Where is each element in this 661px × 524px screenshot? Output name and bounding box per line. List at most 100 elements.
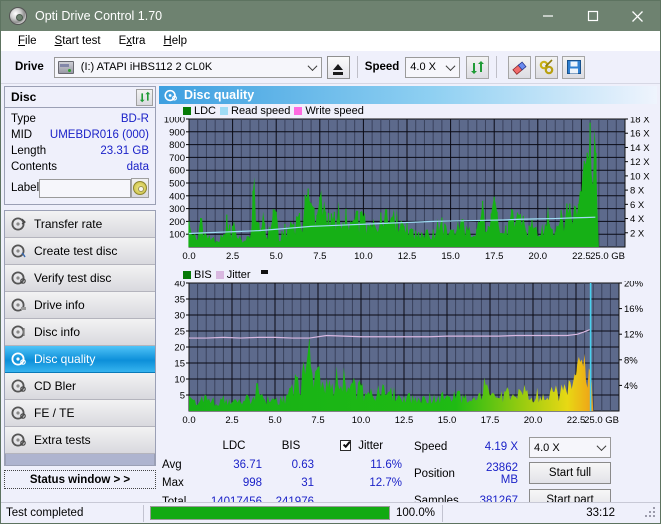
save-icon xyxy=(566,60,581,74)
svg-text:17.5: 17.5 xyxy=(481,415,500,426)
svg-text:22.5: 22.5 xyxy=(572,251,591,262)
stats-max-bis: 31 xyxy=(301,477,314,490)
drive-select[interactable]: (I:) ATAPI iHBS112 2 CL0K xyxy=(53,56,322,78)
sidebar-item-transfer-rate[interactable]: Transfer rate xyxy=(5,211,155,238)
ldc-chart[interactable]: 100 200 300 400500 600 700 800 9001000 2 X 4 X 6 X… xyxy=(159,115,653,265)
stats-avg-bis: 0.63 xyxy=(291,458,314,471)
svg-text:12%: 12% xyxy=(624,330,644,341)
chevron-down-icon xyxy=(593,438,610,457)
disc-bler-icon xyxy=(10,379,27,394)
svg-text:15: 15 xyxy=(174,359,185,370)
sidebar-item-cd-bler[interactable]: CD Bler xyxy=(5,373,155,400)
svg-text:15.0: 15.0 xyxy=(438,415,457,426)
sidebar-item-disc-info[interactable]: Disc info xyxy=(5,319,155,346)
stats-col-ldc: LDC xyxy=(222,440,246,453)
sidebar-item-label: FE / TE xyxy=(34,406,75,420)
menu-help-label-rest: elp xyxy=(171,35,188,47)
test-controls: 4.0 X Start full Start part xyxy=(529,437,611,511)
bis-chart-legend: BIS Jitter xyxy=(159,268,657,281)
disc-row-length-value: 23.31 GB xyxy=(100,145,149,157)
legend-label-jitter: Jitter xyxy=(226,268,251,281)
speed-select-value: 4.0 X xyxy=(410,61,436,73)
disc-row-type-label: Type xyxy=(11,113,36,125)
disc-row-type: Type BD-R xyxy=(11,111,149,127)
sidebar-item-drive-info[interactable]: Drive info xyxy=(5,292,155,319)
legend-swatch-ldc xyxy=(183,106,191,115)
disc-label-input[interactable] xyxy=(39,178,132,198)
stats-speed-label: Speed xyxy=(414,441,448,454)
menu-start-test[interactable]: Start test xyxy=(46,33,110,49)
minimize-button[interactable] xyxy=(525,1,570,31)
eject-button[interactable] xyxy=(326,55,350,79)
resize-grip[interactable] xyxy=(645,507,657,519)
legend-label-read-speed: Read speed xyxy=(231,104,291,117)
settings-button[interactable] xyxy=(535,55,559,79)
svg-text:2.5: 2.5 xyxy=(226,251,239,262)
legend-bis: BIS xyxy=(183,269,212,281)
close-button[interactable] xyxy=(615,1,660,31)
sidebar-item-fe-te[interactable]: FE / TE xyxy=(5,400,155,427)
sidebar-item-label: Transfer rate xyxy=(34,217,103,231)
svg-text:4%: 4% xyxy=(624,381,638,392)
svg-text:40: 40 xyxy=(174,281,185,290)
stats-col-bis: BIS xyxy=(281,440,301,453)
stats-avg-ldc: 36.71 xyxy=(233,458,262,471)
maximize-button[interactable] xyxy=(570,1,615,31)
svg-text:20%: 20% xyxy=(624,281,644,290)
read-label-button[interactable] xyxy=(131,178,149,198)
window-controls xyxy=(525,1,660,31)
svg-text:7.5: 7.5 xyxy=(313,251,326,262)
speed-select[interactable]: 4.0 X xyxy=(405,56,461,78)
svg-text:1000: 1000 xyxy=(164,117,185,126)
save-button[interactable] xyxy=(562,55,586,79)
disc-info-icon xyxy=(10,298,27,313)
svg-text:20: 20 xyxy=(174,343,185,354)
start-full-button[interactable]: Start full xyxy=(529,462,611,484)
jitter-checkbox[interactable] xyxy=(340,440,351,452)
sidebar-item-create-test-disc[interactable]: Create test disc xyxy=(5,238,155,265)
svg-text:5: 5 xyxy=(180,391,185,402)
refresh-button[interactable] xyxy=(466,55,490,79)
svg-text:12 X: 12 X xyxy=(630,157,650,168)
cd-icon xyxy=(133,181,148,195)
sidebar-item-disc-quality[interactable]: Disc quality xyxy=(5,346,155,373)
svg-text:12.5: 12.5 xyxy=(398,251,417,262)
app-window: Opti Drive Control 1.70 File Start test … xyxy=(0,0,661,524)
svg-text:5.0: 5.0 xyxy=(270,251,283,262)
status-window-button[interactable]: Status window > > xyxy=(4,470,156,489)
sidebar-item-verify-test-disc[interactable]: Verify test disc xyxy=(5,265,155,292)
disc-row-contents-value: data xyxy=(126,161,149,173)
svg-text:20.0: 20.0 xyxy=(529,251,548,262)
page-title: Disc quality xyxy=(184,88,255,102)
disc-row-mid-label: MID xyxy=(11,129,33,141)
stats-row-max-label: Max xyxy=(162,477,184,490)
svg-text:100: 100 xyxy=(169,230,185,241)
progress-bar xyxy=(150,506,390,520)
toolbar: Drive (I:) ATAPI iHBS112 2 CL0K Speed 4.… xyxy=(1,51,660,84)
svg-text:600: 600 xyxy=(169,166,185,177)
disc-refresh-button[interactable] xyxy=(136,88,153,106)
title-bar: Opti Drive Control 1.70 xyxy=(1,1,660,31)
sidebar-item-extra-tests[interactable]: Extra tests xyxy=(5,427,155,454)
disc-quality-header: Disc quality xyxy=(159,86,657,104)
menu-extra-label-rest: tra xyxy=(132,35,146,47)
toolbar-divider-2 xyxy=(496,56,498,78)
sidebar-item-label: Disc quality xyxy=(34,352,96,366)
stats-row-avg: Avg 36.71 0.63 11.6% xyxy=(159,456,405,475)
stats-header-row: LDC BIS Jitter xyxy=(159,437,405,456)
disc-row-contents: Contents data xyxy=(11,159,149,175)
menu-file[interactable]: File xyxy=(9,33,46,49)
svg-text:10.0: 10.0 xyxy=(354,251,373,262)
test-speed-select[interactable]: 4.0 X xyxy=(529,437,611,458)
error-stats-table: LDC BIS Jitter Avg 36.71 0.63 11.6% Max … xyxy=(159,437,405,511)
status-bar: Test completed 100.0% 33:12 xyxy=(1,502,660,523)
menu-extra[interactable]: Extra xyxy=(110,33,155,49)
legend-swatch-jitter xyxy=(215,270,224,279)
bis-jitter-chart[interactable]: 5 10 15 20 25 30 35 40 4% 8% 12% 16% 20% 0.0 2.5 5.0 7.5… xyxy=(159,279,653,429)
stats-row-speed: Speed 4.19 X xyxy=(411,437,521,458)
stats-panel: LDC BIS Jitter Avg 36.71 0.63 11.6% Max … xyxy=(159,432,657,511)
disc-fete-icon xyxy=(10,406,27,421)
eraser-button[interactable] xyxy=(508,55,532,79)
menu-help[interactable]: Help xyxy=(154,33,196,49)
refresh-icon xyxy=(139,91,150,103)
